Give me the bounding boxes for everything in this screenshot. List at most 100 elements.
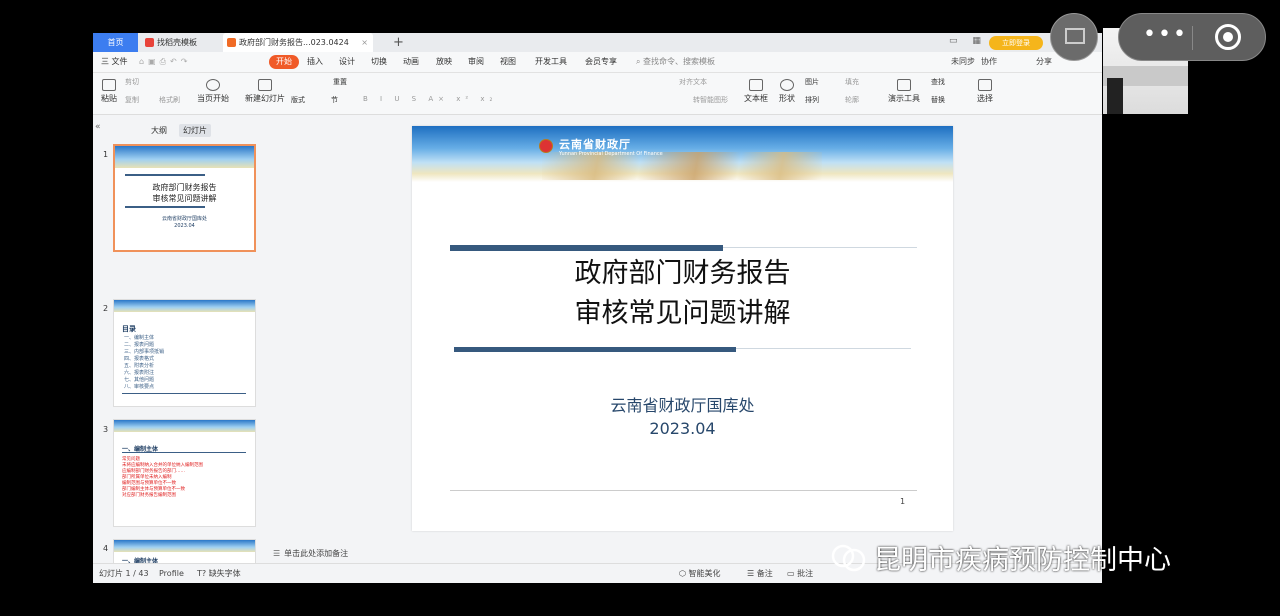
menu-developer[interactable]: 开发工具 — [535, 52, 567, 72]
comment-icon: ▭ — [787, 569, 798, 578]
slide-organization[interactable]: 云南省财政厅国库处 — [412, 392, 953, 416]
cut-button[interactable]: 剪切 — [125, 77, 139, 87]
close-target-icon[interactable] — [1215, 24, 1241, 50]
smart-graphic-button[interactable]: 转智能图形 — [693, 95, 728, 105]
notes-icon: ☰ — [747, 569, 757, 578]
slide-thumbnail-1[interactable]: 政府部门财务报告 审核常见问题讲解 云南省财政厅国库处 2023.04 — [113, 144, 256, 252]
present-tools-button[interactable]: 演示工具 — [887, 73, 921, 104]
footer-line — [450, 490, 917, 491]
align-text-button[interactable]: 对齐文本 — [679, 77, 707, 87]
shape-button[interactable]: 形状 — [775, 73, 799, 104]
arrange-button[interactable]: 排列 — [805, 95, 819, 105]
slide-title-line-2[interactable]: 审核常见问题讲解 — [412, 294, 953, 334]
thumb-toc-item: 七、其他问题 — [124, 377, 155, 383]
paste-button[interactable]: 粘贴 — [97, 73, 121, 104]
theme-name[interactable]: Profile — [159, 564, 184, 583]
thumb-toc-item: 六、报表附注 — [124, 370, 155, 376]
thumb-toc-title: 目录 — [122, 325, 136, 333]
command-search[interactable]: ⌕ 查找命令、搜索模板 — [636, 52, 715, 72]
tab-bar: 首页 找稻壳模板 政府部门财务报告...023.0424 × + ▭ ▦ 立即登… — [93, 33, 1102, 52]
divider — [1192, 26, 1193, 50]
window-layout-icons[interactable]: ▭ ▦ — [949, 36, 987, 46]
collapse-panel-icon[interactable]: « — [95, 122, 101, 132]
font-style-buttons[interactable]: B I U S A× x² x₂ — [363, 95, 497, 103]
menu-design[interactable]: 设计 — [339, 52, 355, 72]
decorative-bar — [450, 245, 723, 251]
tab-current-document[interactable]: 政府部门财务报告...023.0424 × — [223, 33, 373, 52]
image-button[interactable]: 图片 — [805, 77, 819, 87]
wps-window: 首页 找稻壳模板 政府部门财务报告...023.0424 × + ▭ ▦ 立即登… — [93, 33, 1102, 583]
presentation-file-icon — [227, 38, 236, 47]
collab-button[interactable]: 协作 — [981, 52, 997, 72]
slide-date[interactable]: 2023.04 — [412, 419, 953, 438]
menu-home[interactable]: 开始 — [269, 55, 299, 69]
thumb-banner — [114, 420, 255, 432]
outline-button[interactable]: 轮廓 — [845, 95, 859, 105]
menu-insert[interactable]: 插入 — [307, 52, 323, 72]
current-slide[interactable]: 云南省财政厅 Yunnan Provincial Department Of F… — [412, 126, 953, 531]
thumb-toc-item: 一、编制主体 — [124, 335, 155, 341]
new-tab-button[interactable]: + — [393, 33, 404, 52]
section-button[interactable]: 节 — [331, 95, 338, 105]
menu-review[interactable]: 审阅 — [468, 52, 484, 72]
menu-file[interactable]: 三 文件 — [101, 52, 128, 72]
fill-button[interactable]: 填充 — [845, 77, 859, 87]
textbox-button[interactable]: 文本框 — [741, 73, 771, 104]
float-window-icon — [1065, 28, 1085, 44]
format-painter-button[interactable]: 格式刷 — [159, 95, 180, 105]
thumb-toc-item: 三、内部事项抵销 — [124, 349, 165, 355]
slide-thumbnail-3[interactable]: 一、编制主体 常见问题 未将应编制纳入合并的单位纳入编制范围 应编制部门财务报告… — [113, 419, 256, 527]
sync-status[interactable]: 未同步 — [951, 52, 975, 72]
menu-view[interactable]: 视图 — [500, 52, 516, 72]
emblem-icon — [539, 139, 553, 153]
slide-thumbnail-2[interactable]: 目录 一、编制主体 二、报表问题 三、内部事项抵销 四、报表格式 五、附表分析 … — [113, 299, 256, 407]
clipboard-icon — [102, 79, 116, 91]
login-button[interactable]: 立即登录 — [989, 36, 1043, 50]
thumb-title: 审核常见问题讲解 — [152, 194, 217, 203]
select-button[interactable]: 选择 — [973, 73, 997, 104]
replace-button[interactable]: 替换 — [931, 95, 945, 105]
thumb-toc-item: 四、报表格式 — [124, 356, 155, 362]
thumb-bar — [125, 174, 205, 176]
tab-outline[interactable]: 大纲 — [151, 124, 167, 137]
reset-button[interactable]: 重置 — [333, 77, 347, 87]
presentation-icon — [897, 79, 911, 91]
tab-home[interactable]: 首页 — [93, 33, 138, 52]
start-show-button[interactable]: 当页开始 — [193, 73, 233, 104]
smart-beautify-button[interactable]: ⬡ 智能美化 — [679, 564, 721, 583]
tab-slides[interactable]: 幻灯片 — [179, 124, 211, 137]
play-icon — [206, 79, 220, 91]
thumb-banner — [115, 146, 254, 168]
ribbon-toolbar: 粘贴 剪切 复制 格式刷 当页开始 新建幻灯片 版式 节 重置 B I U S … — [93, 73, 1102, 115]
close-tab-icon[interactable]: × — [361, 33, 368, 52]
thumb-bar — [125, 206, 205, 208]
textbox-icon — [749, 79, 763, 91]
layout-button[interactable]: 版式 — [291, 95, 305, 105]
more-icon[interactable]: ••• — [1143, 22, 1188, 47]
menu-slideshow[interactable]: 放映 — [436, 52, 452, 72]
slide-editing-area: 云南省财政厅 Yunnan Provincial Department Of F… — [263, 115, 1102, 546]
copy-button[interactable]: 复制 — [125, 95, 139, 105]
share-button[interactable]: 分享 — [1036, 52, 1052, 72]
slide-title-line-1[interactable]: 政府部门财务报告 — [412, 254, 953, 294]
watermark-text: 昆明市疾病预防控制中心 — [874, 545, 1171, 576]
comments-button[interactable]: ▭ 批注 — [787, 564, 813, 583]
new-slide-button[interactable]: 新建幻灯片 — [241, 73, 289, 104]
notes-icon: ☰ — [273, 549, 281, 558]
missing-font-button[interactable]: T? 缺失字体 — [197, 564, 241, 583]
search-icon: ⌕ — [636, 57, 644, 66]
beautify-icon: ⬡ — [679, 569, 689, 578]
menu-member[interactable]: 会员专享 — [585, 52, 617, 72]
menu-animation[interactable]: 动画 — [403, 52, 419, 72]
thumb-number: 2 — [103, 304, 109, 313]
thumb-line: 对应部门财务报告编制范围 — [122, 493, 176, 498]
menu-transition[interactable]: 切换 — [371, 52, 387, 72]
find-button[interactable]: 查找 — [931, 77, 945, 87]
thumb-toc-item: 八、审核要点 — [124, 384, 155, 390]
tab-template-store[interactable]: 找稻壳模板 — [141, 33, 221, 52]
notes-toggle-button[interactable]: ☰ 备注 — [747, 564, 773, 583]
decorative-line — [736, 348, 911, 349]
docer-icon — [145, 38, 154, 47]
quick-access-icons[interactable]: ⌂▣⎙↶↷ — [139, 52, 191, 72]
float-window-button[interactable] — [1050, 13, 1098, 61]
